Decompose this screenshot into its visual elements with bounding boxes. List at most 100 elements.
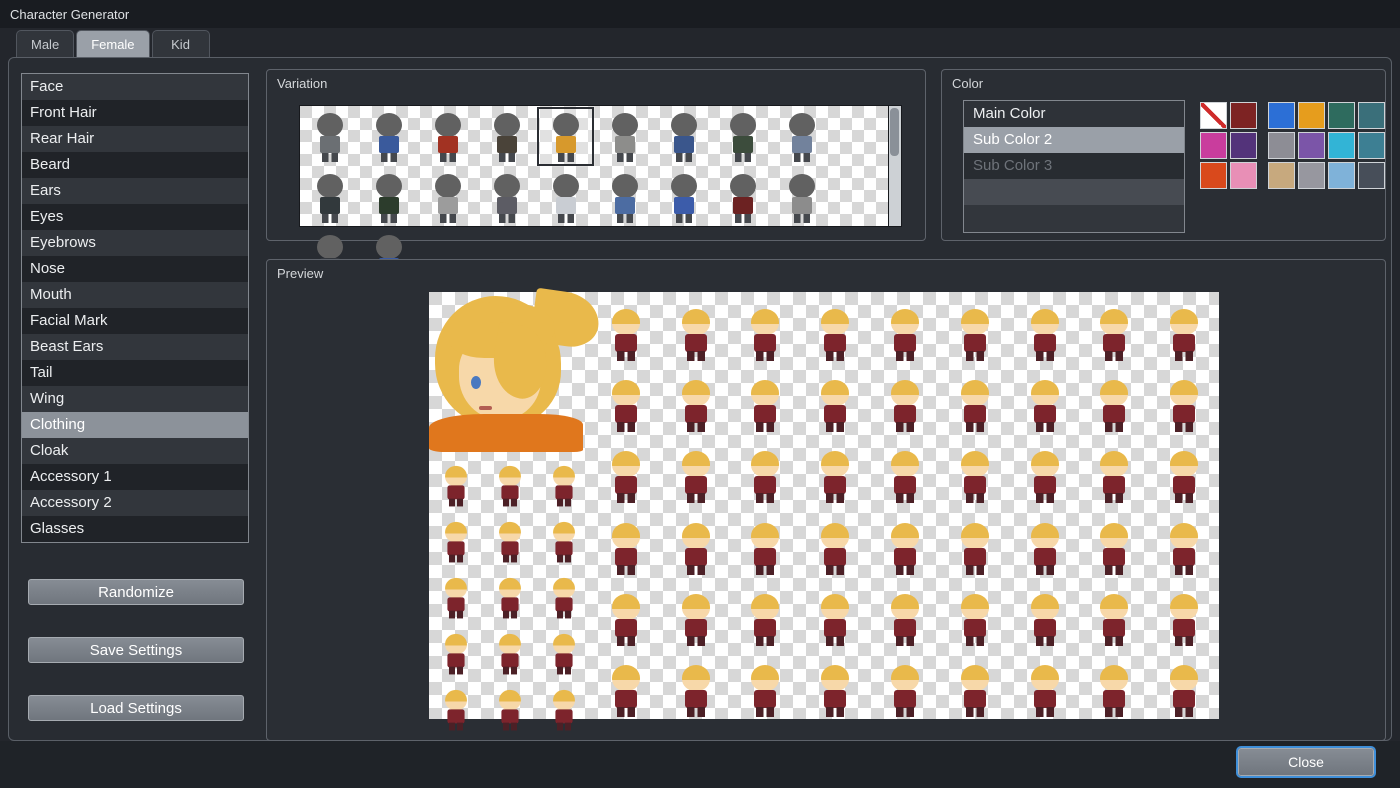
character-head [682, 309, 710, 335]
preview-sprite [537, 564, 591, 620]
parts-list-item-front-hair[interactable]: Front Hair [22, 100, 248, 126]
palette-swatch[interactable] [1328, 162, 1355, 189]
character-figure [606, 378, 646, 434]
parts-list-item-eyebrows[interactable]: Eyebrows [22, 230, 248, 256]
character-figure [955, 378, 995, 434]
variation-thumbnail[interactable] [536, 167, 595, 228]
preview-sprite [1010, 505, 1080, 576]
parts-list-item-beast-ears[interactable]: Beast Ears [22, 334, 248, 360]
character-legs [966, 707, 984, 717]
variation-thumbnail[interactable] [359, 106, 418, 167]
variation-thumbnail[interactable] [654, 167, 713, 228]
character-figure [440, 632, 471, 676]
mannequin-head [789, 174, 815, 198]
palette-swatch[interactable] [1200, 132, 1227, 159]
palette-swatch[interactable] [1230, 102, 1257, 129]
palette-swatch[interactable] [1298, 102, 1325, 129]
parts-list-item-rear-hair[interactable]: Rear Hair [22, 126, 248, 152]
palette-swatch[interactable] [1200, 162, 1227, 189]
parts-list-item-wing[interactable]: Wing [22, 386, 248, 412]
character-figure [606, 592, 646, 648]
mannequin-legs [676, 153, 692, 162]
color-option-main-color[interactable]: Main Color [964, 101, 1184, 127]
variation-thumbnail[interactable] [300, 106, 359, 167]
parts-list-item-face[interactable]: Face [22, 74, 248, 100]
parts-list-item-glasses[interactable]: Glasses [22, 516, 248, 542]
preview-sprite [870, 648, 940, 719]
save-settings-button[interactable]: Save Settings [28, 637, 244, 663]
variation-thumbnail[interactable] [713, 106, 772, 167]
parts-list-item-accessory-1[interactable]: Accessory 1 [22, 464, 248, 490]
character-figure [745, 378, 785, 434]
parts-list-item-nose[interactable]: Nose [22, 256, 248, 282]
parts-list-item-facial-mark[interactable]: Facial Mark [22, 308, 248, 334]
palette-swatch[interactable] [1230, 132, 1257, 159]
palette-swatch[interactable] [1268, 102, 1295, 129]
palette-swatch[interactable] [1328, 132, 1355, 159]
variation-thumbnail[interactable] [654, 106, 713, 167]
character-body [685, 405, 707, 423]
mannequin-head [671, 113, 697, 137]
character-legs [617, 707, 635, 717]
mannequin-outfit [615, 197, 635, 214]
mannequin-outfit [497, 136, 517, 153]
character-figure [548, 520, 579, 564]
palette-swatch-none[interactable] [1200, 102, 1227, 129]
palette-swatch[interactable] [1328, 102, 1355, 129]
parts-list-item-cloak[interactable]: Cloak [22, 438, 248, 464]
variation-thumbnail[interactable] [418, 106, 477, 167]
variation-thumbnail[interactable] [477, 106, 536, 167]
variation-thumbnail[interactable] [536, 106, 595, 167]
palette-swatch[interactable] [1358, 132, 1385, 159]
character-body [1173, 690, 1195, 708]
variation-scrollbar[interactable] [889, 105, 902, 227]
variation-scrollbar-thumb[interactable] [890, 108, 899, 156]
tab-male[interactable]: Male [16, 30, 74, 57]
mannequin-legs [794, 214, 810, 223]
character-legs [617, 636, 635, 646]
palette-swatch[interactable] [1298, 162, 1325, 189]
tab-kid[interactable]: Kid [152, 30, 210, 57]
variation-thumbnail[interactable] [418, 167, 477, 228]
palette-swatch[interactable] [1268, 162, 1295, 189]
parts-list-item-ears[interactable]: Ears [22, 178, 248, 204]
load-settings-button[interactable]: Load Settings [28, 695, 244, 721]
variation-thumbnail[interactable] [713, 167, 772, 228]
mannequin-legs [499, 214, 515, 223]
character-body [555, 541, 572, 555]
tab-female[interactable]: Female [76, 30, 149, 57]
variation-thumbnail[interactable] [300, 167, 359, 228]
close-button[interactable]: Close [1238, 748, 1374, 776]
color-panel-title: Color [952, 76, 983, 91]
palette-swatch[interactable] [1358, 102, 1385, 129]
parts-list-item-mouth[interactable]: Mouth [22, 282, 248, 308]
character-figure [1025, 663, 1065, 719]
randomize-button[interactable]: Randomize [28, 579, 244, 605]
variation-thumbnail[interactable] [595, 106, 654, 167]
mannequin-outfit [792, 197, 812, 214]
character-head [961, 309, 989, 335]
preview-sprite [483, 508, 537, 564]
variation-thumbnail[interactable] [359, 167, 418, 228]
variation-thumbnail[interactable] [595, 167, 654, 228]
color-option-sub-color-3[interactable]: Sub Color 3 [964, 153, 1184, 179]
parts-list-item-eyes[interactable]: Eyes [22, 204, 248, 230]
variation-thumbnail[interactable] [772, 167, 831, 228]
palette-swatch[interactable] [1298, 132, 1325, 159]
mannequin-legs [499, 153, 515, 162]
color-option-sub-color-2[interactable]: Sub Color 2 [964, 127, 1184, 153]
parts-list-item-beard[interactable]: Beard [22, 152, 248, 178]
character-head [1031, 665, 1059, 691]
character-body [1034, 619, 1056, 637]
palette-swatch[interactable] [1358, 162, 1385, 189]
parts-list-item-accessory-2[interactable]: Accessory 2 [22, 490, 248, 516]
parts-list-item-clothing[interactable]: Clothing [22, 412, 248, 438]
palette-swatch[interactable] [1230, 162, 1257, 189]
variation-thumbnail[interactable] [772, 106, 831, 167]
variation-thumbnail[interactable] [477, 167, 536, 228]
mannequin-outfit [320, 197, 340, 214]
parts-list-item-tail[interactable]: Tail [22, 360, 248, 386]
palette-swatch[interactable] [1268, 132, 1295, 159]
character-legs [1036, 422, 1054, 432]
preview-sprite [870, 505, 940, 576]
